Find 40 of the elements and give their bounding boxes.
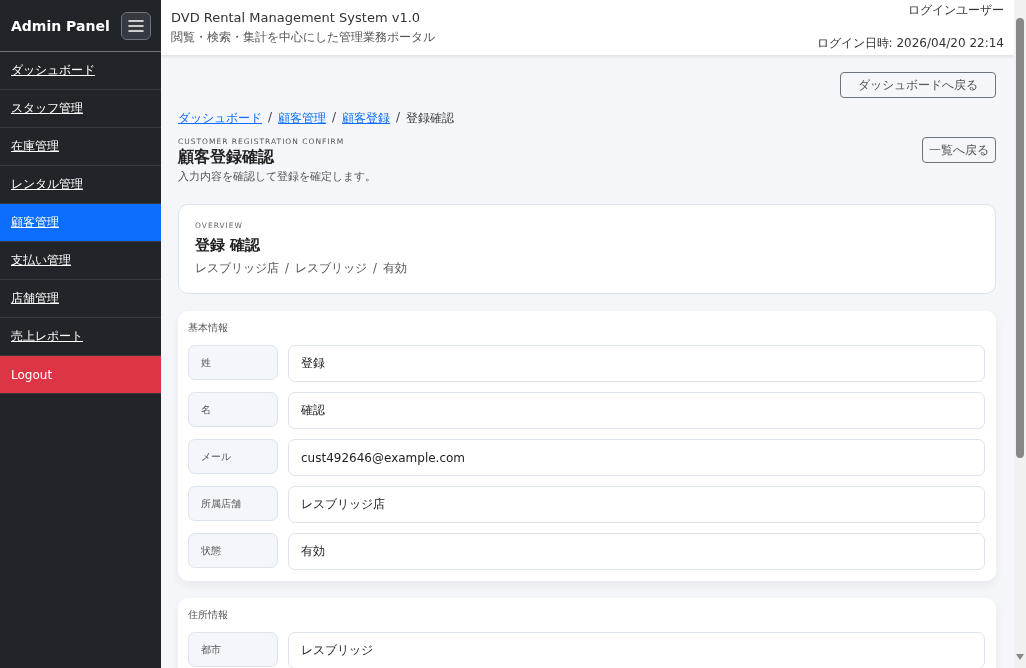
meta-separator: / <box>285 261 289 276</box>
breadcrumb-separator: / <box>396 110 401 126</box>
overview-title: 登録 確認 <box>195 236 262 255</box>
field-label: 状態 <box>188 533 278 568</box>
field-value: 確認 <box>288 392 985 429</box>
field-value: cust492646@example.com <box>288 439 985 476</box>
field-value: 有効 <box>288 533 985 570</box>
breadcrumb-separator: / <box>332 110 337 126</box>
breadcrumb-link[interactable]: 顧客登録 <box>342 110 391 127</box>
field-value: 登録 <box>288 345 985 382</box>
back-button[interactable]: ダッシュボードへ戻る <box>840 72 996 98</box>
field-label: メール <box>188 439 278 474</box>
field-label: 名 <box>188 392 278 427</box>
user-label: ログインユーザー <box>908 2 1004 19</box>
login-time: ログイン日時: 2026/04/20 22:14 <box>816 35 1004 52</box>
page-description: 入力内容を確認して登録を確定します。 <box>178 170 376 184</box>
app-subtitle: 閲覧・検索・集計を中心にした管理業務ポータル <box>171 29 435 46</box>
page-title: 顧客登録確認 <box>178 147 275 168</box>
overview-meta: レスブリッジ店 <box>195 261 279 276</box>
overview-meta: レスブリッジ <box>294 261 367 276</box>
brand-title: Admin Panel <box>11 17 110 34</box>
menu-icon <box>128 19 144 32</box>
field-label: 姓 <box>188 345 278 380</box>
breadcrumb-separator: / <box>268 110 273 126</box>
overview-meta: 有効 <box>382 261 407 276</box>
breadcrumb-link[interactable]: ダッシュボード <box>178 110 262 127</box>
section-title: 基本情報 <box>188 321 229 335</box>
menu-button[interactable] <box>121 11 151 40</box>
list-button[interactable]: 一覧へ戻る <box>922 137 996 163</box>
field-label: 都市 <box>188 632 278 667</box>
meta-separator: / <box>372 261 377 276</box>
scrollbar[interactable] <box>1014 0 1026 668</box>
nav-link[interactable]: 顧客管理 <box>0 204 161 242</box>
section-title: 住所情報 <box>188 608 229 622</box>
field-value: レスブリッジ店 <box>288 486 985 523</box>
logout-link[interactable]: Logout <box>0 356 161 394</box>
breadcrumb-link[interactable]: 顧客管理 <box>278 110 327 127</box>
app-title: DVD Rental Management System v1.0 <box>171 10 422 25</box>
field-label: 所属店舗 <box>188 486 278 521</box>
breadcrumb-current: 登録確認 <box>406 110 455 127</box>
